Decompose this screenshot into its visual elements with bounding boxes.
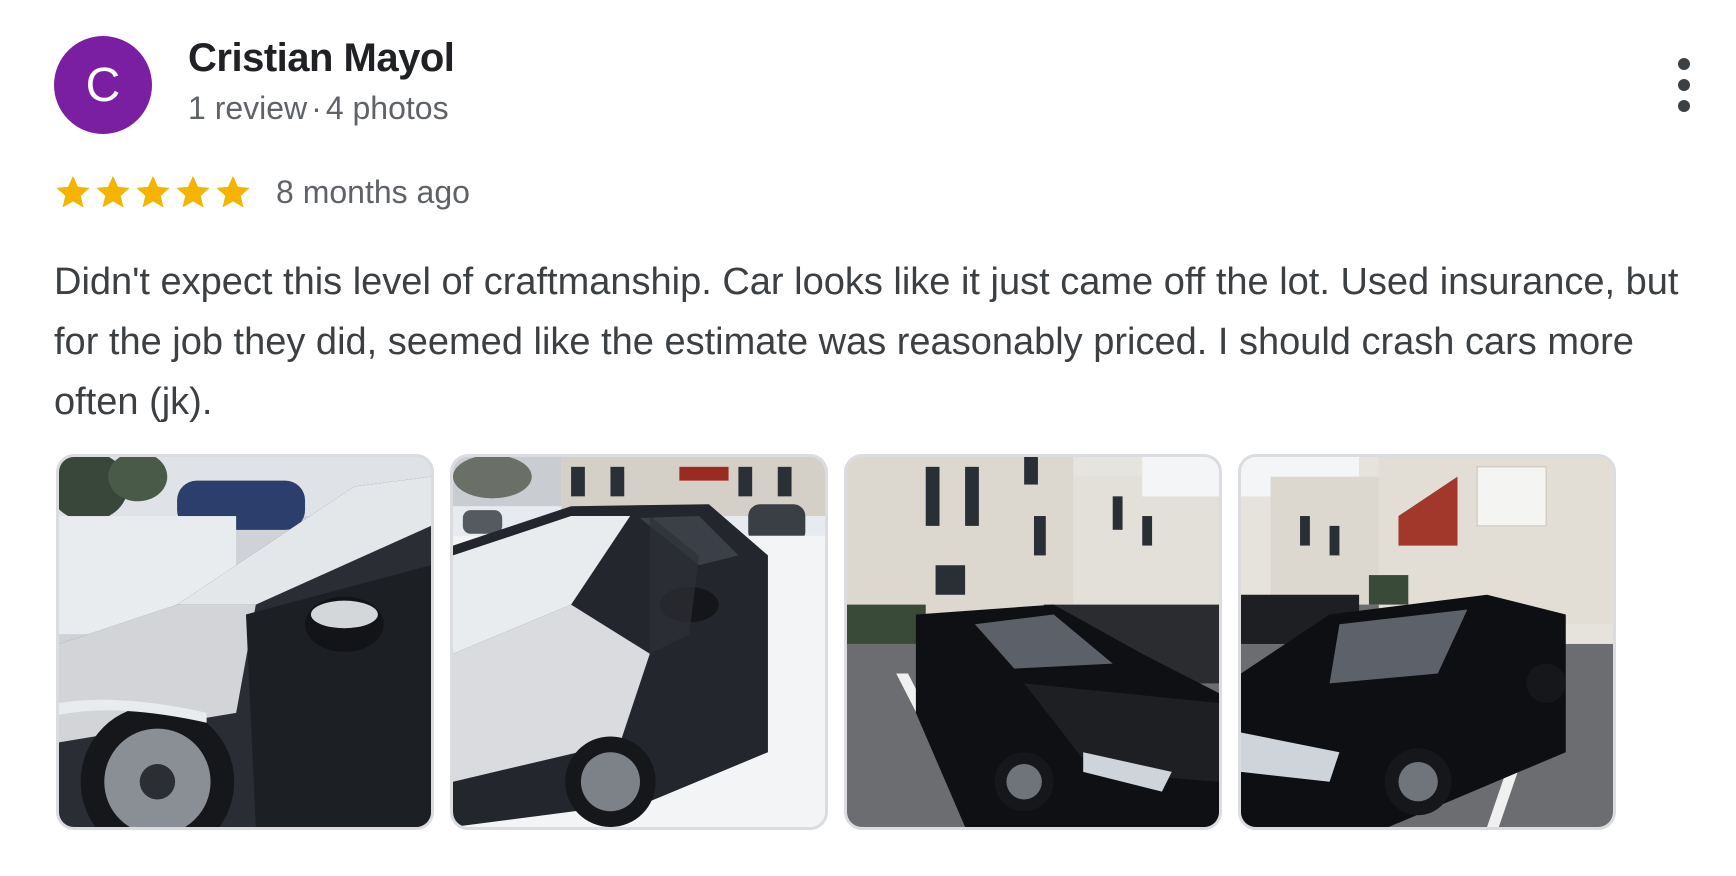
reviewer-name[interactable]: Cristian Mayol: [188, 36, 455, 81]
review-photo[interactable]: [56, 454, 434, 830]
review-card: C Cristian Mayol 1 review · 4 photos 8 mon…: [0, 0, 1736, 876]
star-icon: [94, 173, 132, 211]
more-dot: [1678, 58, 1690, 70]
review-photo[interactable]: [1238, 454, 1616, 830]
photo-strip: [56, 454, 1616, 830]
meta-separator: ·: [311, 90, 322, 126]
avatar[interactable]: C: [54, 36, 152, 134]
reviewer-meta: 1 review · 4 photos: [188, 90, 449, 127]
star-icon: [134, 173, 172, 211]
rating-row: 8 months ago: [54, 170, 470, 214]
more-vertical-icon[interactable]: [1664, 58, 1704, 112]
more-dot: [1678, 79, 1690, 91]
review-count: 1 review: [188, 90, 308, 126]
star-icon: [54, 173, 92, 211]
avatar-initial: C: [85, 58, 121, 112]
more-dot: [1678, 100, 1690, 112]
review-date: 8 months ago: [276, 173, 470, 210]
photo-count: 4 photos: [325, 90, 449, 126]
review-photo[interactable]: [450, 454, 828, 830]
star-icon: [214, 173, 252, 211]
review-text: Didn't expect this level of craftmanship…: [54, 261, 1679, 423]
star-icon: [174, 173, 212, 211]
star-rating: [54, 173, 252, 211]
review-photo[interactable]: [844, 454, 1222, 830]
